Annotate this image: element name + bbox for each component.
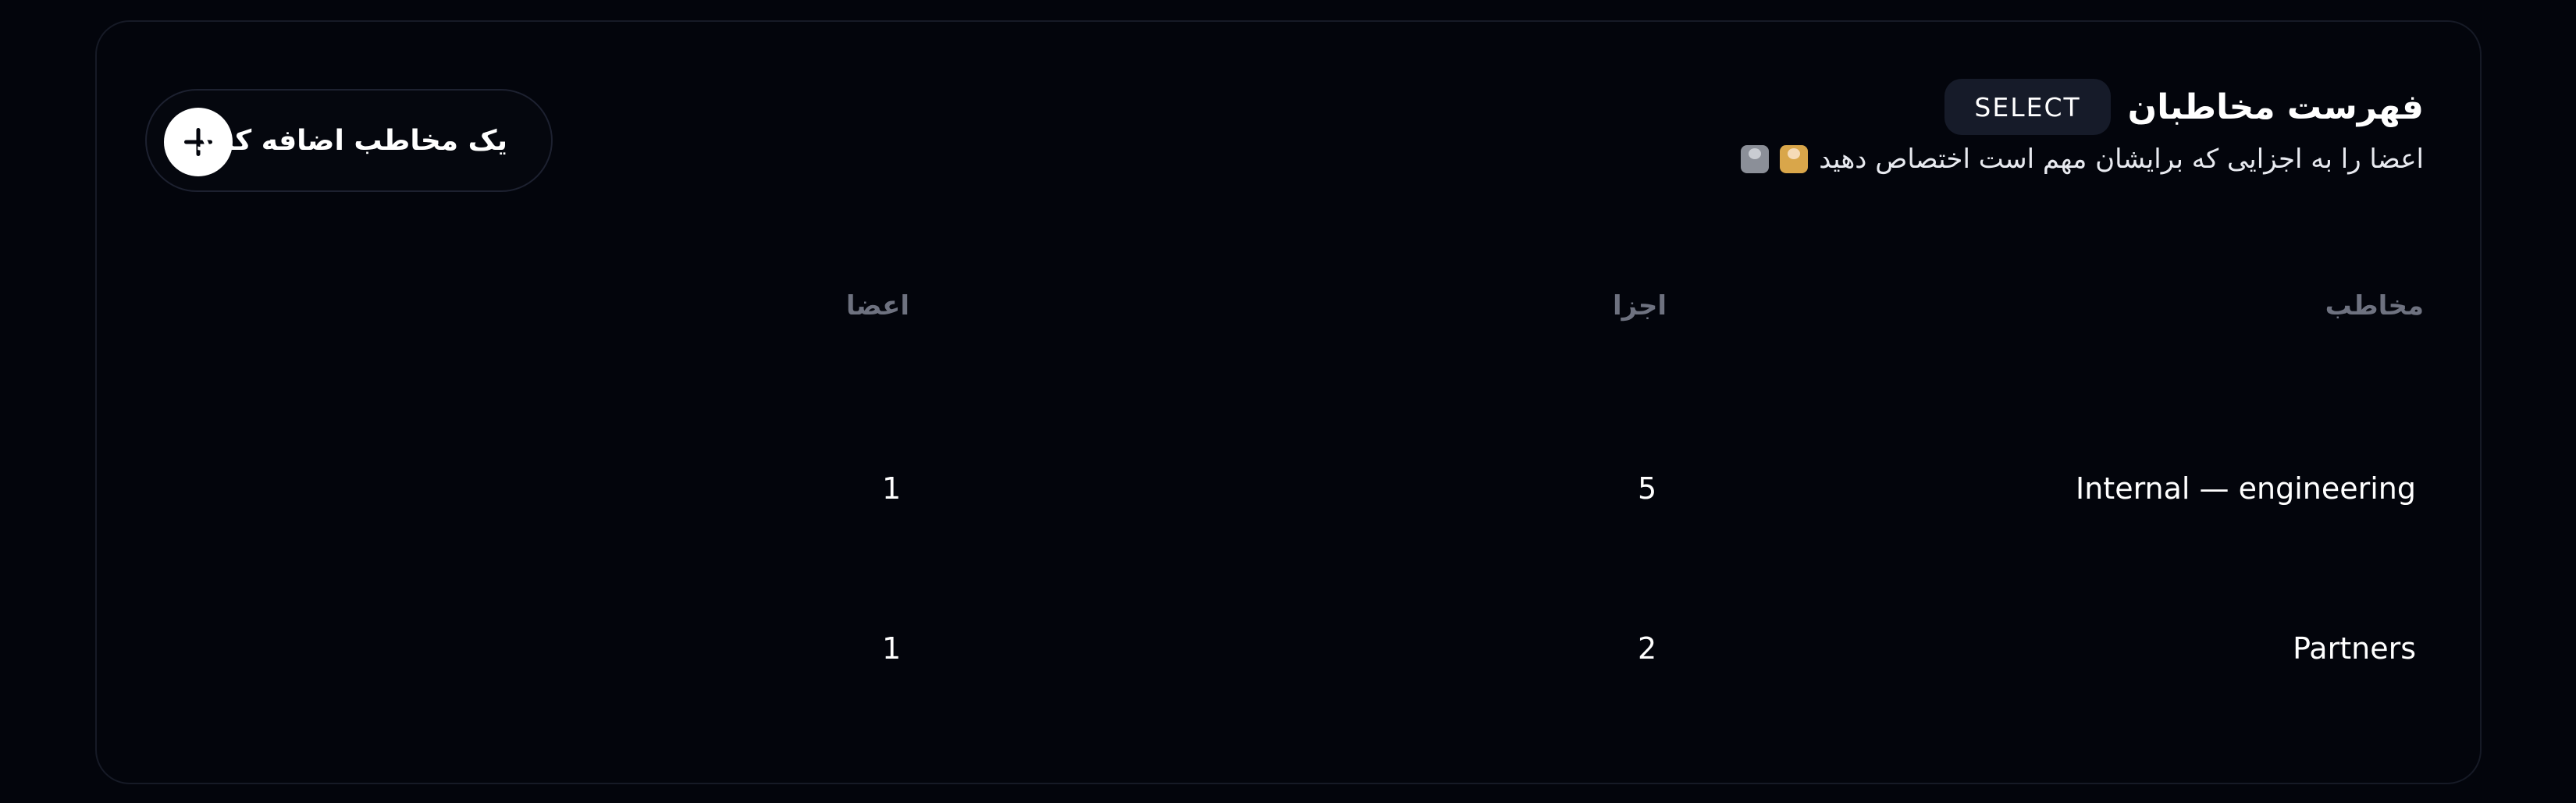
column-header-contact[interactable]: مخاطب (2325, 290, 2424, 322)
person-detective-icon (1741, 145, 1770, 173)
add-contact-button[interactable]: یک مخاطب اضافه کنید (145, 89, 553, 192)
members-count-cell: 1 (882, 631, 902, 666)
contact-list-card: فهرست مخاطبان SELECT اعضا را به اجزایی ک… (95, 20, 2482, 784)
contact-name-cell: Internal — engineering (2076, 471, 2416, 506)
subtitle-row: اعضا را به اجزایی که برایشان مهم است اخت… (1741, 144, 2424, 175)
page-subtitle: اعضا را به اجزایی که برایشان مهم است اخت… (1819, 144, 2424, 175)
person-office-worker-icon (1780, 145, 1809, 173)
title-row: فهرست مخاطبان SELECT (1741, 78, 2424, 136)
column-header-components[interactable]: اجزا (1613, 290, 1667, 322)
add-contact-label: یک مخاطب اضافه کنید (196, 124, 507, 157)
column-header-members[interactable]: اعضا (846, 290, 909, 322)
contact-name-cell: Partners (2293, 631, 2416, 666)
components-count-cell: 5 (1638, 471, 1657, 506)
members-count-cell: 1 (882, 471, 902, 506)
page-title: فهرست مخاطبان (2127, 87, 2424, 127)
select-badge[interactable]: SELECT (1944, 79, 2111, 135)
card-header: فهرست مخاطبان SELECT اعضا را به اجزایی ک… (1741, 78, 2424, 175)
components-count-cell: 2 (1638, 631, 1657, 666)
